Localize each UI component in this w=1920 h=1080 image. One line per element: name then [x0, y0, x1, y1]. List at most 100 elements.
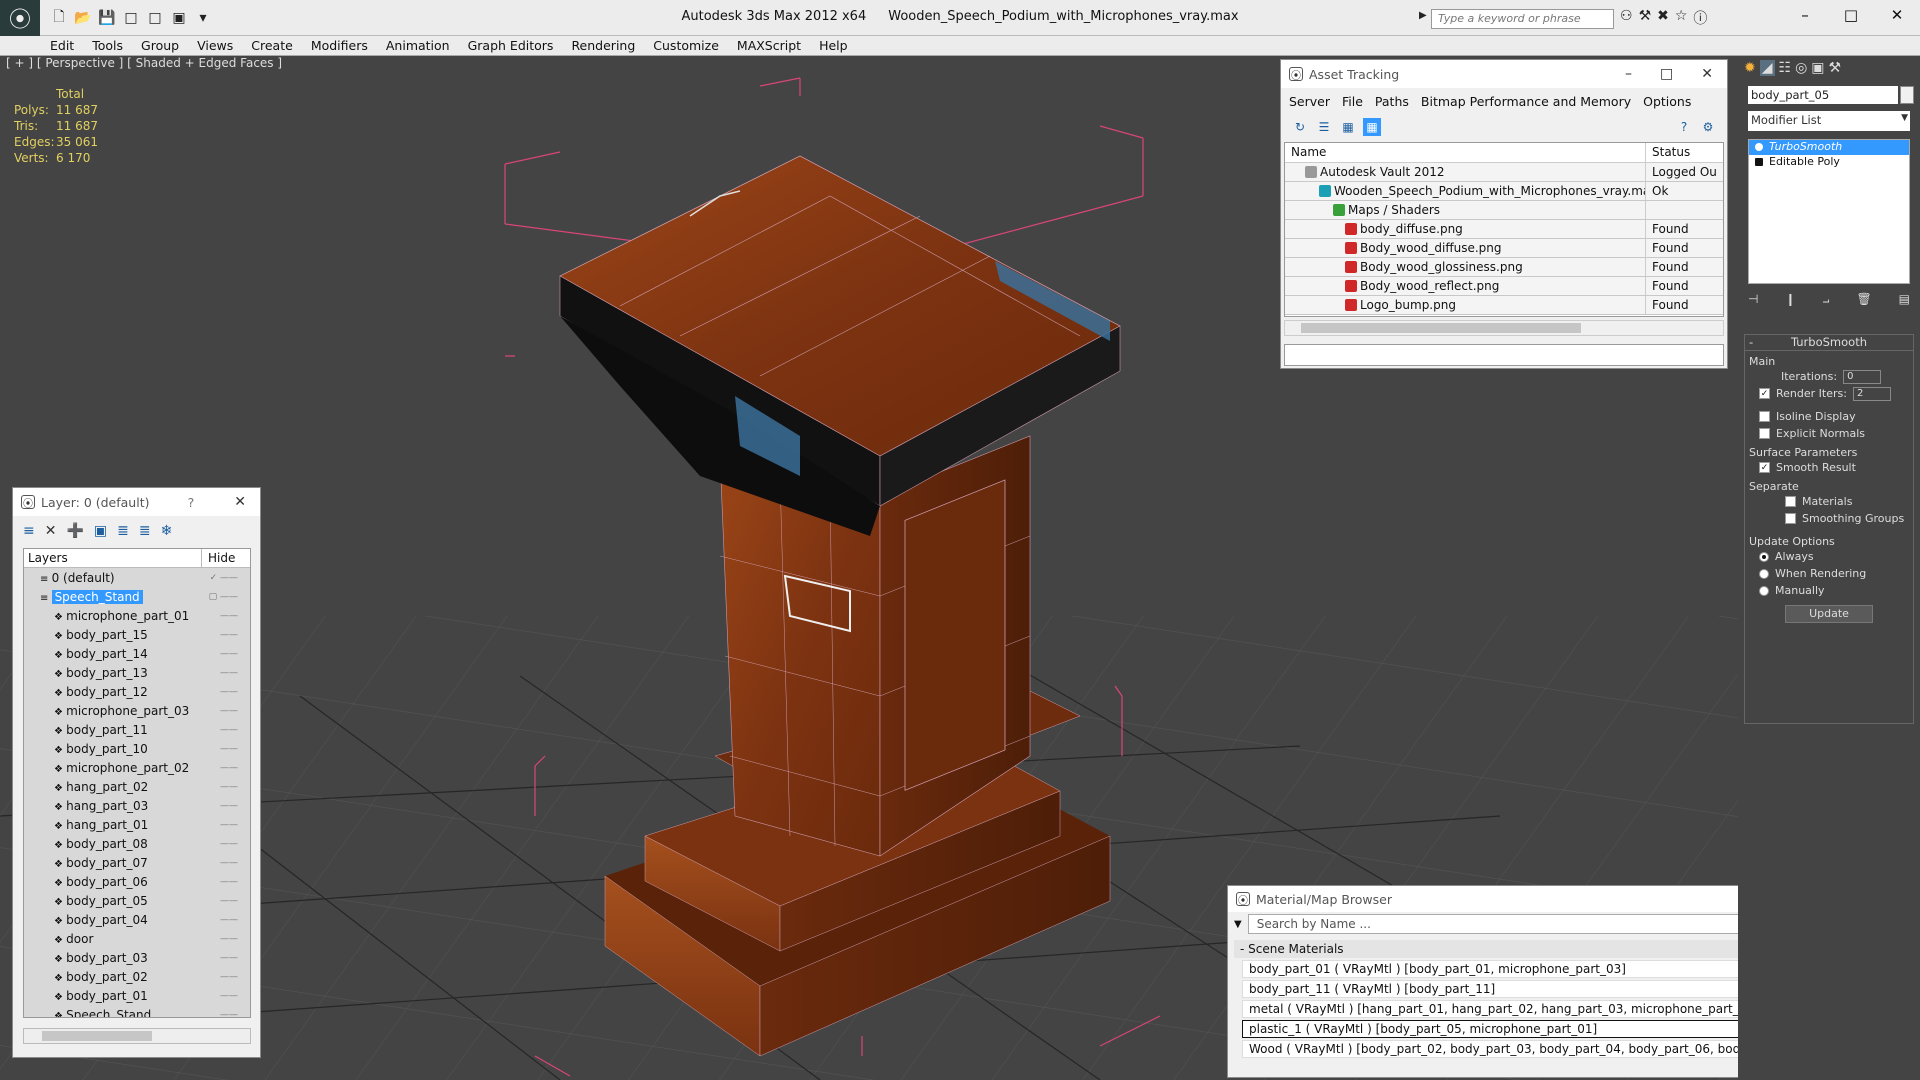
layer-row[interactable]: ❖ body_part_06 ——: [24, 872, 250, 891]
col-name[interactable]: Name: [1285, 143, 1646, 162]
viewport-label[interactable]: [ + ] [ Perspective ] [ Shaded + Edged F…: [6, 56, 282, 70]
menu-item-tools[interactable]: Tools: [92, 38, 123, 53]
highlight-layer-icon[interactable]: ≣: [117, 523, 129, 539]
always-radio[interactable]: [1759, 551, 1769, 562]
communication-icon[interactable]: ✖: [1657, 8, 1669, 28]
subscription-icon[interactable]: ⚒: [1639, 8, 1652, 28]
pin-stack-icon[interactable]: ⊣: [1748, 292, 1758, 307]
select-objects-icon[interactable]: ▣: [94, 523, 107, 539]
grid-view-icon[interactable]: ▦: [1363, 118, 1381, 136]
layer-hscrollbar[interactable]: [23, 1028, 251, 1044]
utilities-tab-icon[interactable]: ⚒: [1829, 60, 1842, 76]
hide-toggle[interactable]: ——: [200, 744, 250, 754]
hierarchy-tab-icon[interactable]: ☷: [1779, 60, 1792, 76]
menu-item-create[interactable]: Create: [251, 38, 293, 53]
favorites-star-icon[interactable]: ☆: [1675, 8, 1688, 28]
col-status[interactable]: Status: [1646, 143, 1696, 162]
layer-row[interactable]: ❖ Speech_Stand ——: [24, 1005, 250, 1018]
iterations-spinner[interactable]: 0: [1843, 369, 1882, 384]
layer-row[interactable]: ❖ door ——: [24, 929, 250, 948]
show-end-result-icon[interactable]: ❙: [1785, 292, 1795, 307]
asset-menu-options[interactable]: Options: [1643, 94, 1691, 114]
asset-menu-paths[interactable]: Paths: [1375, 94, 1409, 114]
asset-menu-bitmap-performance-and-memory[interactable]: Bitmap Performance and Memory: [1421, 94, 1631, 114]
help-icon[interactable]: ?: [1675, 118, 1693, 136]
list-view-icon[interactable]: ☰: [1315, 118, 1333, 136]
modifier-list-dropdown[interactable]: Modifier List ▼: [1748, 111, 1910, 131]
col-layers[interactable]: Layers: [24, 549, 202, 567]
configure-sets-icon[interactable]: ▤: [1899, 292, 1910, 307]
open-file-icon[interactable]: 📂: [72, 8, 94, 28]
layer-row[interactable]: ❖ body_part_15 ——: [24, 625, 250, 644]
stack-item-turbosmooth[interactable]: TurboSmooth: [1749, 140, 1909, 155]
when-rendering-radio[interactable]: [1759, 568, 1769, 579]
asset-row[interactable]: Maps / Shaders: [1285, 201, 1723, 220]
layer-row[interactable]: ❖ body_part_07 ——: [24, 853, 250, 872]
undo-icon[interactable]: □: [120, 8, 142, 28]
options-dropdown-icon[interactable]: ▼: [1234, 919, 1242, 930]
menu-item-maxscript[interactable]: MAXScript: [737, 38, 801, 53]
hide-toggle[interactable]: ——: [200, 877, 250, 887]
smoothing-groups-checkbox[interactable]: [1785, 513, 1796, 524]
podium-model[interactable]: [559, 155, 1121, 1057]
asset-row[interactable]: Wooden_Speech_Podium_with_Microphones_vr…: [1285, 182, 1723, 201]
hide-toggle[interactable]: ——: [200, 763, 250, 773]
hide-toggle[interactable]: ——: [200, 896, 250, 906]
layer-row[interactable]: ❖ body_part_12 ——: [24, 682, 250, 701]
materials-checkbox[interactable]: [1785, 496, 1796, 507]
layer-row[interactable]: ❖ body_part_14 ——: [24, 644, 250, 663]
table-view-icon[interactable]: ▦: [1339, 118, 1357, 136]
expand-icon[interactable]: [1755, 158, 1763, 166]
layer-row[interactable]: ❖ hang_part_01 ——: [24, 815, 250, 834]
layer-row[interactable]: ❖ body_part_05 ——: [24, 891, 250, 910]
scrollbar-thumb[interactable]: [42, 1031, 152, 1041]
hide-toggle[interactable]: ——: [200, 611, 250, 621]
rollout-header[interactable]: - TurboSmooth: [1745, 335, 1913, 351]
hide-toggle[interactable]: ——: [200, 649, 250, 659]
asset-hscrollbar[interactable]: [1284, 320, 1724, 336]
hide-toggle[interactable]: ——: [200, 801, 250, 811]
search-input[interactable]: Type a keyword or phrase: [1431, 9, 1614, 29]
search-arrow-icon[interactable]: ▶: [1419, 10, 1427, 21]
remove-modifier-icon[interactable]: 🗑: [1856, 292, 1871, 307]
col-hide[interactable]: Hide: [202, 549, 241, 567]
menu-item-views[interactable]: Views: [197, 38, 233, 53]
make-unique-icon[interactable]: ⨼: [1822, 292, 1829, 307]
smooth-result-checkbox[interactable]: ✓: [1759, 462, 1770, 473]
layer-row[interactable]: ❖ body_part_08 ——: [24, 834, 250, 853]
asset-row[interactable]: body_diffuse.png Found: [1285, 220, 1723, 239]
hide-toggle[interactable]: ——: [200, 630, 250, 640]
isoline-checkbox[interactable]: [1759, 411, 1770, 422]
hide-all-icon[interactable]: ≣: [139, 523, 151, 539]
close-button[interactable]: ✕: [1701, 66, 1713, 82]
hide-toggle[interactable]: ——: [200, 668, 250, 678]
modify-tab-icon[interactable]: ◢: [1759, 60, 1775, 76]
collapse-icon[interactable]: -: [1749, 335, 1753, 349]
render-iters-spinner[interactable]: 2: [1852, 386, 1891, 401]
layer-row[interactable]: ❖ body_part_13 ——: [24, 663, 250, 682]
layer-row[interactable]: ❖ body_part_04 ——: [24, 910, 250, 929]
layer-row[interactable]: ❖ hang_part_03 ——: [24, 796, 250, 815]
asset-menu-server[interactable]: Server: [1289, 94, 1330, 114]
hide-toggle[interactable]: ▢ ——: [200, 592, 250, 602]
explicit-normals-checkbox[interactable]: [1759, 428, 1770, 439]
redo-icon[interactable]: □: [144, 8, 166, 28]
layer-row[interactable]: ❖ body_part_11 ——: [24, 720, 250, 739]
layer-manager-titlebar[interactable]: ⦿ Layer: 0 (default) ? ✕: [13, 488, 260, 516]
hide-toggle[interactable]: ——: [200, 687, 250, 697]
delete-layer-icon[interactable]: ✕: [45, 523, 57, 539]
layer-row[interactable]: ❖ microphone_part_03 ——: [24, 701, 250, 720]
update-button[interactable]: Update: [1785, 605, 1873, 623]
hide-toggle[interactable]: ——: [200, 953, 250, 963]
menu-item-help[interactable]: Help: [819, 38, 848, 53]
menu-item-modifiers[interactable]: Modifiers: [311, 38, 368, 53]
project-icon[interactable]: ▣: [168, 8, 190, 28]
new-file-icon[interactable]: 🗋: [48, 8, 70, 28]
layer-row[interactable]: ❖ microphone_part_01 ——: [24, 606, 250, 625]
asset-row[interactable]: Logo_bump.png Found: [1285, 296, 1723, 315]
asset-row[interactable]: Body_wood_glossiness.png Found: [1285, 258, 1723, 277]
scrollbar-thumb[interactable]: [1301, 323, 1581, 333]
close-button[interactable]: ✕: [1874, 0, 1920, 30]
hide-toggle[interactable]: ——: [200, 934, 250, 944]
asset-row[interactable]: Body_wood_diffuse.png Found: [1285, 239, 1723, 258]
